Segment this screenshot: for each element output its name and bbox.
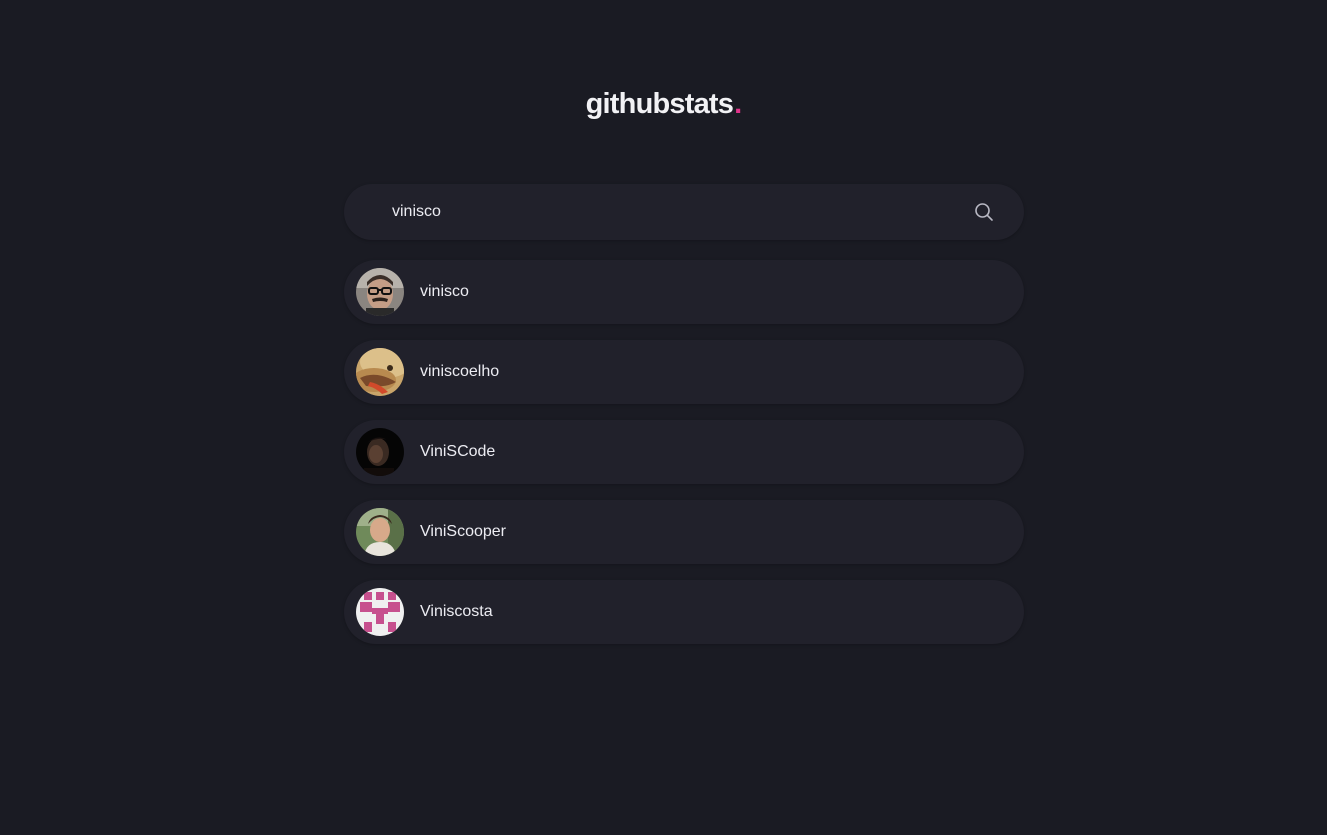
search-input[interactable] bbox=[392, 184, 952, 240]
avatar bbox=[356, 268, 404, 316]
result-item-vinisco[interactable]: vinisco bbox=[344, 260, 1024, 324]
logo-text: githubstats bbox=[585, 88, 734, 120]
result-item-viniscosta[interactable]: Viniscosta bbox=[344, 580, 1024, 644]
result-username: ViniSCode bbox=[420, 443, 496, 460]
avatar bbox=[356, 428, 404, 476]
result-username: ViniScooper bbox=[420, 523, 506, 540]
result-username: vinisco bbox=[420, 283, 469, 300]
avatar bbox=[356, 588, 404, 636]
result-username: Viniscosta bbox=[420, 603, 493, 620]
avatar bbox=[356, 508, 404, 556]
avatar bbox=[356, 348, 404, 396]
app-logo: githubstats. bbox=[0, 88, 1327, 121]
search-icon[interactable] bbox=[974, 202, 994, 222]
result-item-viniscooper[interactable]: ViniScooper bbox=[344, 500, 1024, 564]
result-username: viniscoelho bbox=[420, 363, 500, 380]
search-results-list: vinisco viniscoelho ViniSCode ViniScoope… bbox=[344, 260, 1024, 660]
search-bar bbox=[344, 184, 1024, 240]
logo-dot: . bbox=[734, 88, 742, 120]
result-item-viniscode[interactable]: ViniSCode bbox=[344, 420, 1024, 484]
result-item-viniscoelho[interactable]: viniscoelho bbox=[344, 340, 1024, 404]
